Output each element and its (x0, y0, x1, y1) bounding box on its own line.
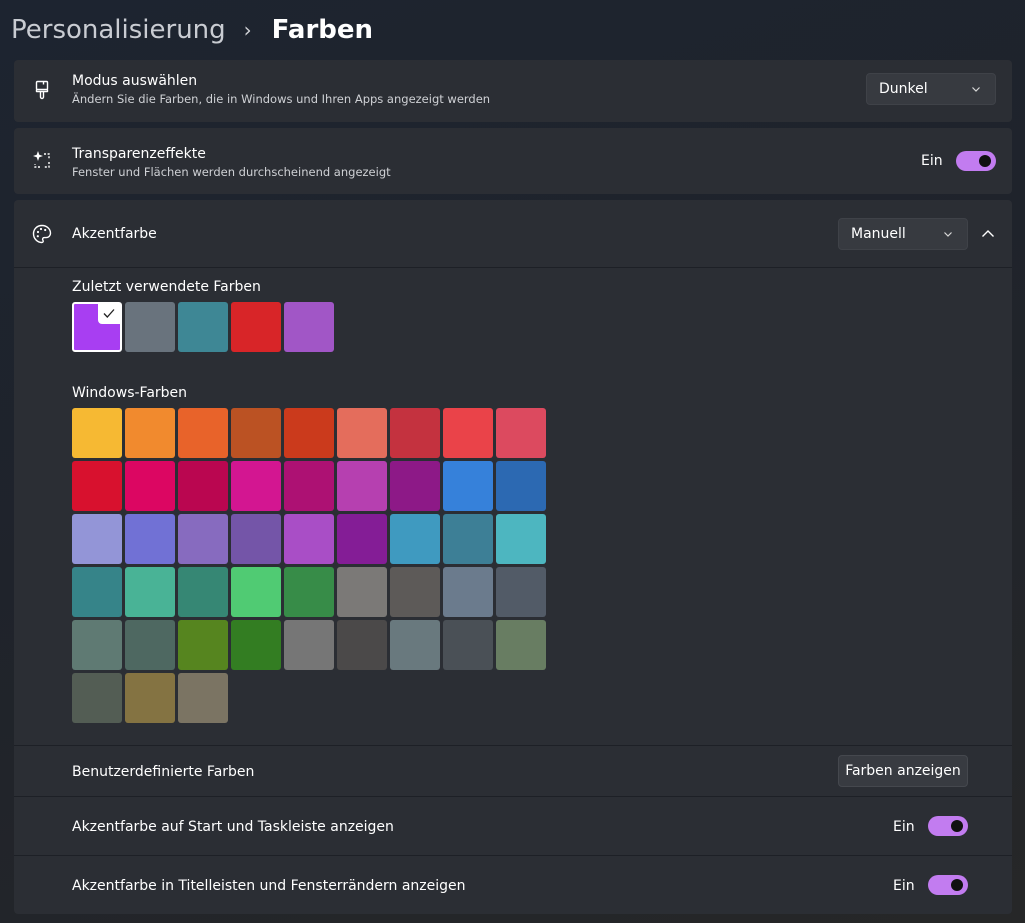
title-bars-toggle[interactable] (928, 875, 968, 895)
start-taskbar-state-label: Ein (893, 819, 915, 835)
title-bars-state-label: Ein (893, 878, 915, 894)
windows-color-swatch[interactable] (390, 461, 440, 511)
windows-color-swatch[interactable] (337, 620, 387, 670)
windows-color-swatch[interactable] (231, 620, 281, 670)
windows-color-swatch[interactable] (125, 567, 175, 617)
view-colors-button[interactable]: Farben anzeigen (838, 755, 968, 787)
chevron-down-icon (972, 87, 980, 92)
windows-color-swatch[interactable] (72, 514, 122, 564)
divider (14, 745, 1012, 746)
windows-color-swatch[interactable] (284, 514, 334, 564)
toggle-knob (951, 879, 963, 891)
transparency-title: Transparenzeffekte (72, 146, 206, 162)
windows-color-swatch[interactable] (284, 567, 334, 617)
windows-color-swatch[interactable] (72, 461, 122, 511)
windows-color-swatch[interactable] (390, 408, 440, 458)
recent-color-swatch[interactable] (284, 302, 334, 352)
recent-color-swatch[interactable] (72, 302, 122, 352)
windows-color-swatch[interactable] (337, 567, 387, 617)
windows-color-swatch[interactable] (231, 408, 281, 458)
breadcrumb-personalisierung[interactable]: Personalisierung (11, 15, 226, 45)
mode-subtitle: Ändern Sie die Farben, die in Windows un… (72, 92, 491, 106)
windows-color-swatch[interactable] (231, 567, 281, 617)
transparency-card: Transparenzeffekte Fenster und Flächen w… (14, 128, 1012, 194)
recent-color-swatch[interactable] (178, 302, 228, 352)
page-title: Farben (271, 15, 374, 45)
windows-color-swatch[interactable] (443, 567, 493, 617)
custom-colors-label: Benutzerdefinierte Farben (72, 764, 255, 780)
mode-title: Modus auswählen (72, 73, 198, 89)
start-taskbar-label: Akzentfarbe auf Start und Taskleiste anz… (72, 819, 394, 835)
windows-color-swatch[interactable] (284, 408, 334, 458)
windows-color-swatch[interactable] (125, 620, 175, 670)
checkmark-icon (98, 304, 120, 324)
windows-color-swatch[interactable] (178, 673, 228, 723)
toggle-knob (979, 155, 991, 167)
palette-icon (32, 224, 52, 244)
sparkle-selection-icon (33, 151, 50, 168)
windows-color-swatch[interactable] (178, 620, 228, 670)
transparency-subtitle: Fenster und Flächen werden durchscheinen… (72, 165, 391, 179)
paintbrush-icon (35, 80, 49, 100)
windows-color-swatch[interactable] (337, 514, 387, 564)
chevron-up-icon[interactable] (972, 218, 1004, 250)
windows-color-swatch[interactable] (496, 408, 546, 458)
windows-color-swatch[interactable] (443, 408, 493, 458)
windows-colors-label: Windows-Farben (72, 385, 188, 401)
recent-color-swatch[interactable] (231, 302, 281, 352)
breadcrumb: Personalisierung › Farben (11, 10, 373, 50)
windows-color-swatch[interactable] (284, 461, 334, 511)
transparency-state-label: Ein (921, 153, 943, 169)
windows-color-swatch[interactable] (390, 620, 440, 670)
windows-color-swatch[interactable] (72, 567, 122, 617)
windows-color-swatch[interactable] (284, 620, 334, 670)
divider (14, 796, 1012, 797)
windows-color-swatch[interactable] (390, 567, 440, 617)
windows-color-swatch[interactable] (125, 673, 175, 723)
windows-color-swatch[interactable] (178, 514, 228, 564)
divider (14, 855, 1012, 856)
windows-color-swatch[interactable] (390, 514, 440, 564)
windows-color-swatch[interactable] (231, 514, 281, 564)
windows-color-swatch[interactable] (178, 408, 228, 458)
windows-color-swatch[interactable] (178, 567, 228, 617)
breadcrumb-separator: › (243, 18, 252, 42)
windows-color-swatch[interactable] (72, 620, 122, 670)
toggle-knob (951, 820, 963, 832)
windows-color-swatch[interactable] (72, 673, 122, 723)
title-bars-label: Akzentfarbe in Titelleisten und Fensterr… (72, 878, 466, 894)
windows-color-swatch[interactable] (443, 461, 493, 511)
windows-color-swatch[interactable] (496, 620, 546, 670)
windows-color-swatch[interactable] (496, 514, 546, 564)
windows-color-swatch[interactable] (125, 461, 175, 511)
transparency-toggle[interactable] (956, 151, 996, 171)
chevron-down-icon (944, 232, 952, 237)
recent-colors-label: Zuletzt verwendete Farben (72, 279, 261, 295)
mode-card: Modus auswählen Ändern Sie die Farben, d… (14, 60, 1012, 122)
divider (14, 267, 1012, 268)
start-taskbar-toggle[interactable] (928, 816, 968, 836)
accent-dropdown[interactable]: Manuell (838, 218, 968, 250)
windows-color-swatch[interactable] (178, 461, 228, 511)
windows-color-swatch[interactable] (125, 514, 175, 564)
windows-color-swatch[interactable] (496, 461, 546, 511)
windows-color-swatch[interactable] (443, 514, 493, 564)
accent-card: Akzentfarbe Manuell Zuletzt verwendete F… (14, 200, 1012, 914)
windows-color-swatch[interactable] (496, 567, 546, 617)
windows-color-swatch[interactable] (125, 408, 175, 458)
mode-dropdown-value: Dunkel (879, 81, 928, 97)
accent-title: Akzentfarbe (72, 226, 157, 242)
accent-dropdown-value: Manuell (851, 226, 906, 242)
windows-color-swatch[interactable] (72, 408, 122, 458)
mode-dropdown[interactable]: Dunkel (866, 73, 996, 105)
recent-color-swatch[interactable] (125, 302, 175, 352)
windows-color-swatch[interactable] (231, 461, 281, 511)
windows-color-swatch[interactable] (337, 408, 387, 458)
windows-color-swatch[interactable] (337, 461, 387, 511)
windows-color-swatch[interactable] (443, 620, 493, 670)
